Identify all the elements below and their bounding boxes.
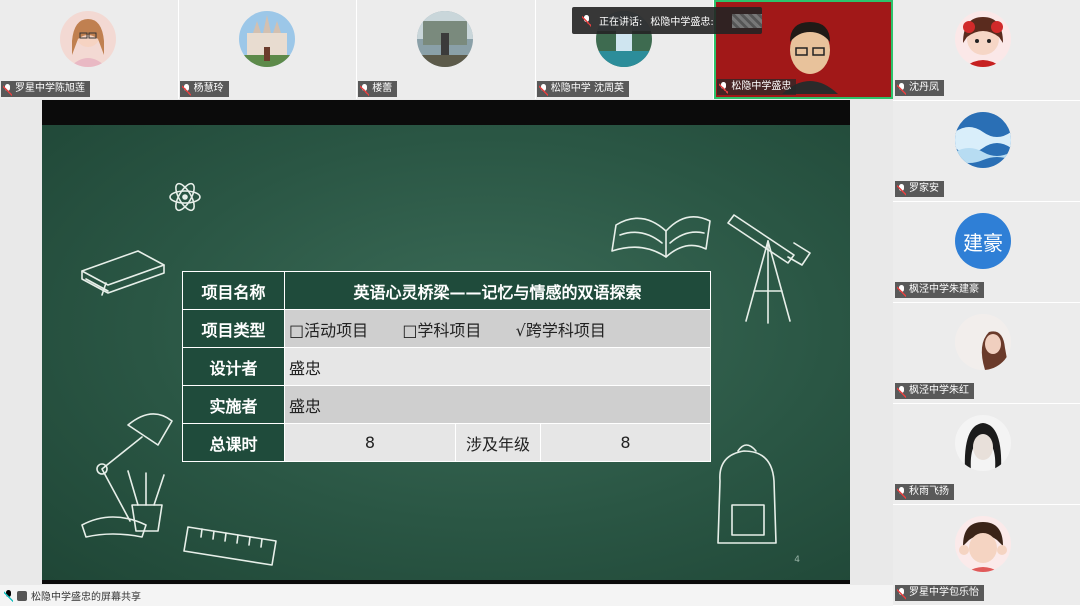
table-row: 项目类型 □活动项目 □学科项目 √跨学科项目 <box>182 309 711 348</box>
participant-name-tag: 松隐中学 沈周英 <box>536 81 629 97</box>
mic-icon <box>719 81 729 94</box>
type-option-subject: □学科项目 <box>402 320 482 340</box>
avatar <box>955 11 1011 67</box>
designer-value: 盛忠 <box>284 347 711 386</box>
participant-tile[interactable]: 罗星中学陈旭莲 <box>0 0 179 99</box>
mic-muted-icon <box>181 83 191 96</box>
avatar <box>955 314 1011 370</box>
implementer-value: 盛忠 <box>284 385 711 424</box>
total-hours-label: 总课时 <box>182 423 285 462</box>
mic-muted-icon <box>897 385 906 398</box>
book-icon <box>81 250 165 296</box>
pencil-cup-icon <box>127 470 165 532</box>
type-option-activity: □活动项目 <box>289 320 369 340</box>
project-type-value: □活动项目 □学科项目 √跨学科项目 <box>284 309 711 348</box>
slide-page-number: 4 <box>794 555 800 565</box>
mic-muted-icon <box>897 284 906 297</box>
right-participant-strip: 沈丹凤 罗家安 建豪 枫泾中学朱建豪 枫泾中学朱红 秋雨飞扬 罗星中学包乐怡 <box>893 0 1080 606</box>
table-row: 总课时 8 涉及年级 8 <box>182 423 711 462</box>
avatar <box>417 11 474 67</box>
mic-muted-icon <box>897 587 906 600</box>
table-row: 设计者 盛忠 <box>182 347 711 386</box>
participant-name-tag: 松隐中学盛忠 <box>717 79 797 95</box>
grade-label: 涉及年级 <box>455 423 541 462</box>
avatar <box>955 415 1011 471</box>
audio-level-icon <box>731 13 762 28</box>
open-book-icon <box>611 215 711 258</box>
avatar <box>955 516 1011 572</box>
shared-screen[interactable]: 项目名称 英语心灵桥梁——记忆与情感的双语探索 项目类型 □活动项目 □学科项目… <box>42 100 850 584</box>
screen-share-status-bar: 松隐中学盛忠的屏幕共享 <box>0 585 893 606</box>
participant-name-tag: 杨慧玲 <box>179 81 229 97</box>
participant-name-tag: 枫泾中学朱建豪 <box>895 282 984 298</box>
participant-name-tag: 楼蕾 <box>358 81 398 97</box>
chalkboard-slide: 项目名称 英语心灵桥梁——记忆与情感的双语探索 项目类型 □活动项目 □学科项目… <box>42 125 850 580</box>
backpack-icon <box>717 444 777 544</box>
mic-muted-icon <box>3 83 12 96</box>
project-type-label: 项目类型 <box>182 309 285 348</box>
participant-name-tag: 枫泾中学朱红 <box>895 383 974 399</box>
speaking-indicator: 正在讲话: 松隐中学盛忠: <box>572 7 762 34</box>
chat-icon[interactable] <box>17 590 27 601</box>
participant-tile[interactable]: 秋雨飞扬 <box>893 404 1080 505</box>
telescope-icon <box>727 214 811 324</box>
avatar: 建豪 <box>955 213 1011 269</box>
participant-tile[interactable]: 枫泾中学朱红 <box>893 303 1080 404</box>
mic-icon <box>582 15 591 27</box>
designer-label: 设计者 <box>182 347 285 386</box>
participant-name-tag: 罗星中学包乐怡 <box>895 585 984 601</box>
participant-tile[interactable]: 罗星中学包乐怡 <box>893 505 1080 606</box>
mic-muted-icon <box>897 82 906 95</box>
avatar <box>60 11 116 67</box>
participant-tile[interactable]: 楼蕾 <box>357 0 536 99</box>
participant-tile[interactable]: 沈丹凤 <box>893 0 1080 101</box>
participant-tile[interactable]: 杨慧玲 <box>178 0 358 99</box>
project-info-table: 项目名称 英语心灵桥梁——记忆与情感的双语探索 项目类型 □活动项目 □学科项目… <box>182 271 711 462</box>
table-row: 实施者 盛忠 <box>182 385 711 424</box>
avatar <box>955 112 1011 168</box>
participant-tile[interactable]: 罗家安 <box>893 101 1080 202</box>
project-name-label: 项目名称 <box>182 271 285 310</box>
grade-value: 8 <box>540 423 711 462</box>
type-option-interdisciplinary: √跨学科项目 <box>515 320 606 340</box>
project-name-value: 英语心灵桥梁——记忆与情感的双语探索 <box>284 271 711 310</box>
meeting-window: 罗星中学陈旭莲 杨慧玲 楼蕾 松隐中学 沈周英 松隐中学盛忠 正在讲话: 松隐中… <box>0 0 1080 606</box>
screen-share-label: 松隐中学盛忠的屏幕共享 <box>31 592 141 603</box>
participant-tile[interactable]: 建豪 枫泾中学朱建豪 <box>893 202 1080 303</box>
avatar <box>238 11 295 67</box>
mic-muted-icon <box>538 83 548 96</box>
mic-icon[interactable] <box>4 590 13 602</box>
table-row: 项目名称 英语心灵桥梁——记忆与情感的双语探索 <box>182 271 711 310</box>
total-hours-value: 8 <box>284 423 456 462</box>
mic-muted-icon <box>897 183 906 196</box>
atom-icon <box>169 182 201 212</box>
desk-lamp-icon <box>81 413 173 538</box>
participant-name-tag: 秋雨飞扬 <box>895 484 954 500</box>
participant-name-tag: 罗家安 <box>895 181 944 197</box>
implementer-label: 实施者 <box>182 385 285 424</box>
participant-name-tag: 沈丹凤 <box>895 80 944 96</box>
participant-name-tag: 罗星中学陈旭莲 <box>1 81 90 97</box>
ruler-icon <box>183 526 277 566</box>
mic-muted-icon <box>360 83 370 96</box>
mic-muted-icon <box>897 486 906 499</box>
